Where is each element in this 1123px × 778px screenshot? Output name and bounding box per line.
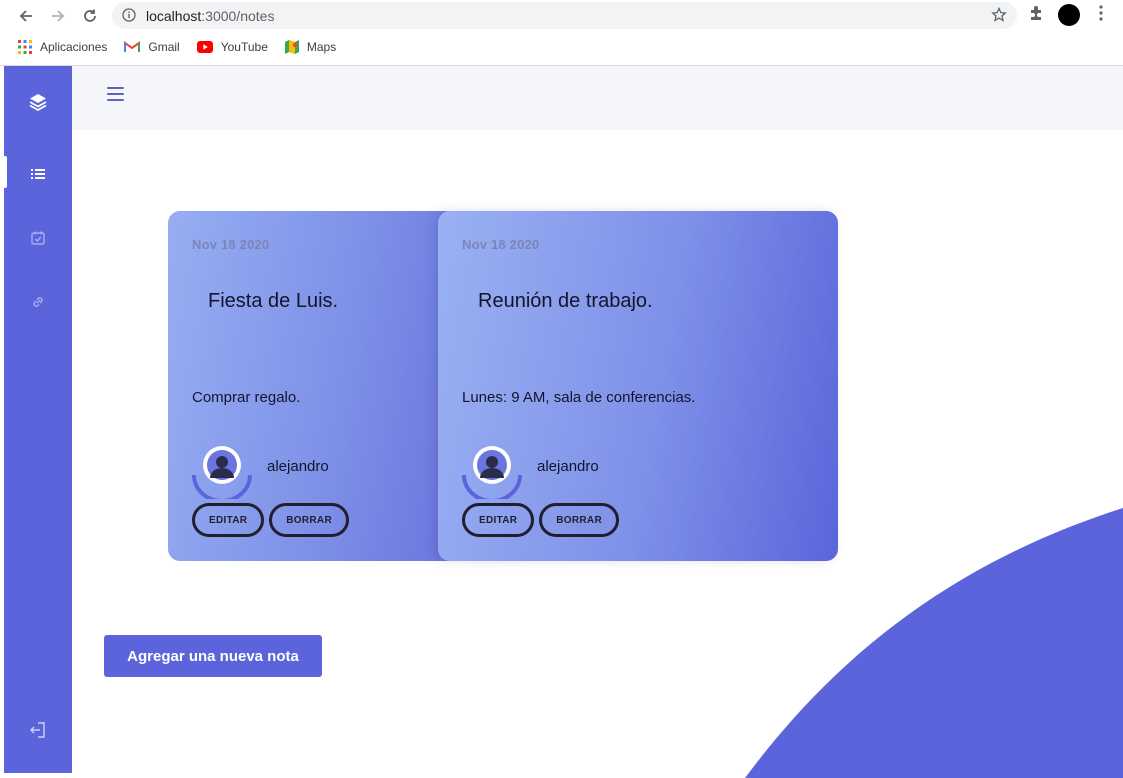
add-note-button[interactable]: Agregar una nueva nota	[104, 635, 322, 677]
note-body: Lunes: 9 AM, sala de conferencias.	[462, 389, 696, 406]
user-avatar-icon	[192, 446, 252, 499]
note-date: Nov 18 2020	[462, 237, 540, 252]
app-sidebar	[4, 66, 72, 773]
sidebar-item-home[interactable]	[4, 84, 72, 120]
note-title: Reunión de trabajo.	[478, 290, 653, 312]
edit-button[interactable]: EDITAR	[192, 503, 265, 537]
note-date: Nov 18 2020	[192, 237, 270, 252]
note-author: alejandro	[192, 445, 329, 499]
active-indicator	[4, 156, 7, 188]
hamburger-line	[107, 87, 124, 89]
hamburger-line	[107, 93, 124, 95]
notes-list: Nov 18 2020 Fiesta de Luis. Comprar rega…	[168, 211, 838, 561]
calendar-check-icon	[31, 231, 45, 245]
author-name: alejandro	[267, 457, 329, 475]
hamburger-line	[107, 99, 124, 101]
note-card: Nov 18 2020 Fiesta de Luis. Comprar rega…	[168, 211, 458, 561]
note-actions: EDITAR BORRAR	[192, 503, 354, 537]
list-icon	[31, 169, 45, 179]
delete-button[interactable]: BORRAR	[539, 503, 619, 537]
link-icon	[33, 297, 43, 307]
author-name: alejandro	[537, 457, 599, 475]
menu-toggle-button[interactable]	[107, 87, 125, 103]
note-title: Fiesta de Luis.	[208, 290, 339, 312]
sidebar-item-tasks[interactable]	[4, 220, 72, 256]
user-avatar-icon	[462, 446, 522, 499]
note-actions: EDITAR BORRAR	[462, 503, 624, 537]
app-topbar	[72, 66, 1123, 130]
sidebar-item-links[interactable]	[4, 284, 72, 320]
note-author: alejandro	[462, 445, 599, 499]
note-body: Comprar regalo.	[192, 389, 301, 406]
edit-button[interactable]: EDITAR	[462, 503, 535, 537]
sidebar-item-logout[interactable]	[4, 712, 72, 748]
sidebar-item-notes[interactable]	[4, 156, 72, 192]
logout-icon	[30, 722, 45, 738]
delete-button[interactable]: BORRAR	[269, 503, 349, 537]
layers-icon	[29, 94, 47, 112]
note-card: Nov 18 2020 Reunión de trabajo. Lunes: 9…	[438, 211, 838, 561]
